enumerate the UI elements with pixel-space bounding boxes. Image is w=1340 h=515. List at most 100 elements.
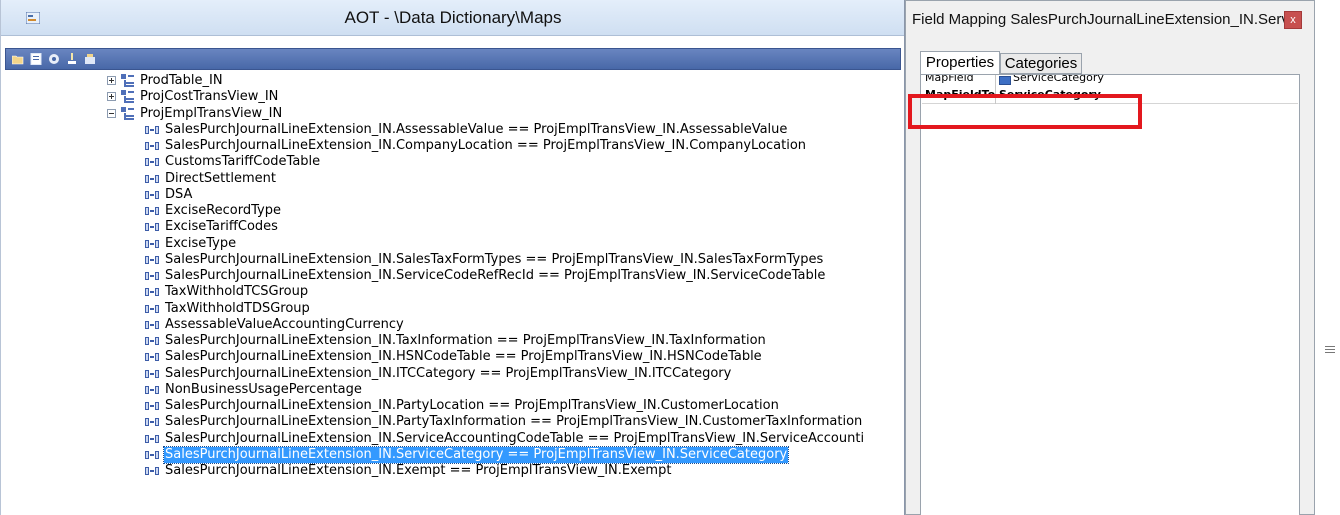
expand-icon[interactable]	[107, 76, 116, 85]
tree-node-label: SalesPurchJournalLineExtension_IN.Servic…	[162, 445, 790, 464]
tree-node-label: TaxWithholdTDSGroup	[165, 300, 310, 316]
field-type-icon	[999, 76, 1011, 85]
tree-node-field-mapping[interactable]: NonBusinessUsagePercentage	[145, 382, 363, 398]
property-grid: MapField ServiceCategory MapFieldTo Serv…	[920, 74, 1300, 515]
close-button[interactable]: x	[1284, 11, 1302, 29]
aot-toolbar	[5, 48, 901, 70]
tree-node-label: ProjEmplTransView_IN	[140, 105, 283, 121]
field-mapping-icon	[145, 158, 159, 167]
field-mapping-icon	[145, 223, 159, 232]
tree-node-field-mapping[interactable]: SalesPurchJournalLineExtension_IN.HSNCod…	[145, 349, 763, 365]
tree-node-label: NonBusinessUsagePercentage	[165, 381, 362, 397]
field-mapping-icon	[145, 418, 159, 427]
tree-node-label: SalesPurchJournalLineExtension_IN.ITCCat…	[165, 365, 732, 381]
tree-node-label: SalesPurchJournalLineExtension_IN.Exempt…	[165, 463, 672, 478]
tree-node-field-mapping[interactable]: SalesPurchJournalLineExtension_IN.PartyL…	[145, 398, 780, 414]
collapse-icon[interactable]	[107, 108, 116, 118]
tree-node-label: SalesPurchJournalLineExtension_IN.PartyL…	[165, 398, 779, 413]
tree-node-field-mapping[interactable]: SalesPurchJournalLineExtension_IN.Assess…	[145, 122, 788, 138]
tree-node-label: SalesPurchJournalLineExtension_IN.HSNCod…	[165, 349, 762, 365]
map-icon	[121, 74, 134, 87]
expand-icon[interactable]	[107, 92, 116, 102]
tree-node-label: DSA	[165, 186, 193, 202]
tree-node-label: SalesPurchJournalLineExtension_IN.Compan…	[165, 138, 807, 153]
map-icon	[121, 106, 134, 120]
tree-node-label: ExciseRecordType	[165, 203, 281, 218]
aot-title: AOT - \Data Dictionary\Maps	[344, 8, 562, 27]
tree-node-field-mapping[interactable]: SalesPurchJournalLineExtension_IN.TaxInf…	[145, 333, 767, 349]
property-value[interactable]: ServiceCategory	[1013, 75, 1104, 86]
aot-tree[interactable]: ProdTable_IN ProjCostTransView_IN ProjEmpl…	[5, 72, 901, 515]
find-icon[interactable]	[66, 53, 78, 65]
tree-node-field-mapping[interactable]: SalesPurchJournalLineExtension_IN.Exempt…	[145, 463, 672, 479]
field-mapping-icon	[145, 369, 159, 378]
tree-node-field-mapping[interactable]: TaxWithholdTCSGroup	[145, 284, 309, 300]
tree-node-field-mapping[interactable]: CustomsTariffCodeTable	[145, 154, 321, 170]
field-mapping-icon	[145, 255, 159, 264]
annotation-highlight-box	[908, 94, 1142, 129]
tree-node-field-mapping[interactable]: SalesPurchJournalLineExtension_IN.Compan…	[145, 138, 807, 154]
tree-node-field-mapping[interactable]: SalesPurchJournalLineExtension_IN.PartyT…	[145, 414, 863, 430]
tree-node-label: SalesPurchJournalLineExtension_IN.PartyT…	[165, 414, 863, 430]
field-mapping-icon	[145, 288, 159, 297]
tree-node-label: SalesPurchJournalLineExtension_IN.Servic…	[165, 430, 865, 446]
import-icon[interactable]	[84, 53, 96, 65]
tree-node-label: ExciseTariffCodes	[165, 219, 278, 235]
tree-node-field-mapping[interactable]: SalesPurchJournalLineExtension_IN.ITCCat…	[145, 366, 732, 382]
field-mapping-icon	[145, 320, 159, 329]
tree-node-label: ProdTable_IN	[140, 73, 223, 88]
tree-node-field-mapping[interactable]: ExciseType	[145, 236, 237, 252]
aot-title-bar[interactable]: AOT - \Data Dictionary\Maps	[1, 0, 904, 36]
tree-node-field-mapping[interactable]: SalesPurchJournalLineExtension_IN.SalesT…	[145, 252, 824, 268]
tree-node-field-mapping[interactable]: ExciseRecordType	[145, 203, 282, 219]
field-mapping-icon	[145, 467, 159, 475]
field-mapping-icon	[145, 125, 159, 134]
property-name: MapField	[925, 75, 974, 84]
tree-node-label: ProjCostTransView_IN	[140, 89, 279, 105]
tree-node-label: SalesPurchJournalLineExtension_IN.Assess…	[165, 121, 788, 137]
field-mapping-icon	[145, 207, 159, 215]
field-mapping-icon	[145, 402, 159, 410]
tree-node-field-mapping[interactable]: SalesPurchJournalLineExtension_IN.Servic…	[145, 268, 826, 284]
field-mapping-icon	[145, 174, 159, 183]
compile-icon[interactable]	[48, 53, 60, 65]
field-mapping-icon	[145, 385, 159, 394]
tree-node-field-mapping[interactable]: ExciseTariffCodes	[145, 219, 279, 235]
tree-node-label: TaxWithholdTCSGroup	[165, 284, 309, 300]
splitter-grip-icon[interactable]	[1325, 344, 1335, 356]
field-mapping-icon	[145, 434, 159, 443]
field-mapping-icon	[145, 353, 159, 362]
tree-node-field-mapping[interactable]: AssessableValueAccountingCurrency	[145, 317, 405, 333]
tree-node-label: CustomsTariffCodeTable	[165, 154, 321, 170]
tree-node-field-mapping[interactable]: DSA	[145, 187, 193, 203]
tree-node-field-mapping[interactable]: TaxWithholdTDSGroup	[145, 301, 311, 317]
tree-node-field-mapping[interactable]: DirectSettlement	[145, 171, 277, 187]
map-icon	[121, 90, 134, 104]
property-window: Field Mapping SalesPurchJournalLineExten…	[905, 0, 1315, 515]
field-mapping-icon	[145, 337, 159, 345]
property-window-title: Field Mapping SalesPurchJournalLineExten…	[912, 11, 1301, 28]
tree-node-label: AssessableValueAccountingCurrency	[165, 316, 404, 332]
tree-node-map[interactable]: ProjCostTransView_IN	[107, 89, 279, 105]
tree-node-label: SalesPurchJournalLineExtension_IN.TaxInf…	[165, 333, 766, 348]
field-mapping-icon	[145, 304, 159, 313]
tree-node-label: ExciseType	[165, 235, 237, 251]
tab-properties[interactable]: Properties	[920, 51, 1000, 74]
tree-node-map[interactable]: ProdTable_IN	[107, 73, 224, 89]
aot-window: AOT - \Data Dictionary\Maps ProdTable_IN…	[0, 0, 905, 515]
tree-node-label: SalesPurchJournalLineExtension_IN.SalesT…	[165, 251, 824, 267]
tree-node-map[interactable]: ProjEmplTransView_IN	[107, 106, 283, 122]
field-mapping-icon	[145, 239, 159, 248]
field-mapping-icon	[145, 272, 159, 280]
tree-node-field-mapping[interactable]: SalesPurchJournalLineExtension_IN.Servic…	[145, 445, 790, 464]
tab-categories[interactable]: Categories	[1000, 53, 1082, 74]
tree-node-label: DirectSettlement	[165, 170, 276, 186]
field-mapping-icon	[145, 450, 159, 459]
column-divider	[995, 75, 996, 87]
property-title-bar[interactable]: Field Mapping SalesPurchJournalLineExten…	[906, 1, 1314, 39]
tree-node-field-mapping[interactable]: SalesPurchJournalLineExtension_IN.Servic…	[145, 431, 865, 447]
tree-node-label: SalesPurchJournalLineExtension_IN.Servic…	[165, 268, 826, 283]
open-folder-icon[interactable]	[12, 53, 24, 65]
properties-icon[interactable]	[30, 53, 42, 65]
property-row-mapfield[interactable]: MapField ServiceCategory	[922, 75, 1298, 87]
